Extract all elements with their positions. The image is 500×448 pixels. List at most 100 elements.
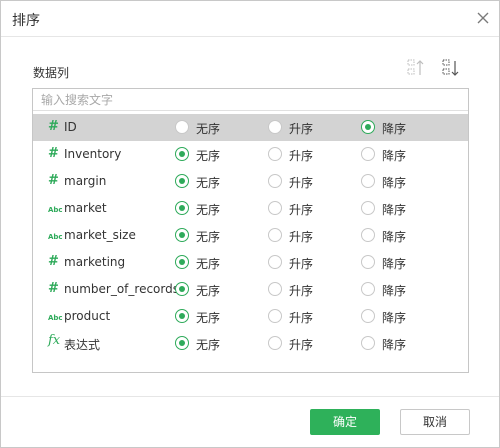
sort-option-desc[interactable]: 降序 [361, 222, 441, 249]
radio-button[interactable] [175, 201, 189, 215]
sort-option-none[interactable]: 无序 [175, 330, 255, 357]
sort-option-asc[interactable]: 升序 [268, 303, 348, 330]
column-name: market_size [64, 228, 136, 242]
columns-list: # ID 无序 升序 降序 # Inventory 无序 升序 降序 # margin 无序 升序 降序 Ab… [33, 114, 468, 357]
sort-option-desc[interactable]: 降序 [361, 330, 441, 357]
sort-option-label: 升序 [289, 230, 314, 244]
column-row[interactable]: # marketing 无序 升序 降序 [33, 249, 468, 276]
sort-descending-icon[interactable] [441, 58, 461, 78]
sort-option-desc[interactable]: 降序 [361, 195, 441, 222]
sort-option-asc[interactable]: 升序 [268, 276, 348, 303]
radio-button[interactable] [268, 255, 282, 269]
sort-option-label: 无序 [196, 311, 221, 325]
sort-option-label: 升序 [289, 149, 314, 163]
sort-ascending-icon[interactable] [406, 58, 426, 78]
number-type-icon: # [48, 254, 59, 269]
sort-option-none[interactable]: 无序 [175, 303, 255, 330]
sort-option-label: 无序 [196, 230, 221, 244]
formula-type-icon: fx [48, 333, 61, 348]
data-columns-label: 数据列 [33, 66, 70, 80]
radio-button[interactable] [361, 282, 375, 296]
sort-option-none[interactable]: 无序 [175, 195, 255, 222]
sort-option-asc[interactable]: 升序 [268, 249, 348, 276]
radio-button[interactable] [361, 147, 375, 161]
dialog-header: 排序 [1, 1, 499, 37]
radio-button[interactable] [175, 255, 189, 269]
radio-button[interactable] [268, 174, 282, 188]
sort-option-asc[interactable]: 升序 [268, 168, 348, 195]
sort-option-label: 降序 [382, 311, 407, 325]
sort-option-desc[interactable]: 降序 [361, 141, 441, 168]
radio-button[interactable] [361, 255, 375, 269]
radio-button[interactable] [268, 201, 282, 215]
radio-button[interactable] [175, 309, 189, 323]
radio-button[interactable] [361, 309, 375, 323]
column-name: marketing [64, 255, 126, 269]
radio-button[interactable] [361, 336, 375, 350]
sort-option-desc[interactable]: 降序 [361, 303, 441, 330]
radio-button[interactable] [175, 120, 189, 134]
radio-button[interactable] [175, 336, 189, 350]
radio-button[interactable] [175, 147, 189, 161]
sort-option-label: 无序 [196, 149, 221, 163]
column-row[interactable]: Abc market_size 无序 升序 降序 [33, 222, 468, 249]
radio-button[interactable] [175, 282, 189, 296]
radio-button[interactable] [268, 147, 282, 161]
sort-option-asc[interactable]: 升序 [268, 330, 348, 357]
dialog-title: 排序 [12, 13, 40, 29]
sort-option-label: 降序 [382, 338, 407, 352]
number-type-icon: # [48, 119, 59, 134]
sort-option-asc[interactable]: 升序 [268, 114, 348, 141]
sort-option-none[interactable]: 无序 [175, 168, 255, 195]
ok-button[interactable]: 确定 [310, 409, 380, 435]
radio-button[interactable] [175, 174, 189, 188]
radio-button[interactable] [361, 174, 375, 188]
column-name: product [64, 309, 111, 323]
column-row[interactable]: # Inventory 无序 升序 降序 [33, 141, 468, 168]
sort-option-none[interactable]: 无序 [175, 141, 255, 168]
radio-button[interactable] [361, 120, 375, 134]
radio-button[interactable] [268, 336, 282, 350]
sort-option-label: 无序 [196, 257, 221, 271]
dialog-footer: 确定 取消 [1, 396, 499, 447]
sort-option-asc[interactable]: 升序 [268, 195, 348, 222]
radio-button[interactable] [268, 309, 282, 323]
number-type-icon: # [48, 173, 59, 188]
radio-button[interactable] [361, 201, 375, 215]
radio-button[interactable] [361, 228, 375, 242]
column-row[interactable]: # number_of_records 无序 升序 降序 [33, 276, 468, 303]
sort-option-label: 降序 [382, 284, 407, 298]
sort-option-none[interactable]: 无序 [175, 249, 255, 276]
close-icon[interactable] [475, 10, 491, 26]
column-row[interactable]: # ID 无序 升序 降序 [33, 114, 468, 141]
column-row[interactable]: fx 表达式 无序 升序 降序 [33, 330, 468, 357]
search-input[interactable] [33, 89, 468, 111]
sort-option-asc[interactable]: 升序 [268, 141, 348, 168]
cancel-button[interactable]: 取消 [400, 409, 470, 435]
sort-option-label: 降序 [382, 203, 407, 217]
sort-option-label: 降序 [382, 149, 407, 163]
sort-option-asc[interactable]: 升序 [268, 222, 348, 249]
text-type-icon: Abc [48, 314, 63, 322]
sort-option-desc[interactable]: 降序 [361, 114, 441, 141]
column-name: 表达式 [64, 338, 101, 352]
radio-button[interactable] [268, 228, 282, 242]
sort-option-label: 升序 [289, 338, 314, 352]
sort-option-desc[interactable]: 降序 [361, 249, 441, 276]
sort-option-label: 升序 [289, 122, 314, 136]
radio-button[interactable] [268, 120, 282, 134]
sort-option-desc[interactable]: 降序 [361, 168, 441, 195]
radio-button[interactable] [268, 282, 282, 296]
sort-option-none[interactable]: 无序 [175, 222, 255, 249]
radio-button[interactable] [175, 228, 189, 242]
column-row[interactable]: Abc product 无序 升序 降序 [33, 303, 468, 330]
sort-option-none[interactable]: 无序 [175, 276, 255, 303]
columns-panel: #ID无序升序降序#Inventory无序升序降序#margin无序升序降序Ab… [32, 88, 469, 373]
sort-option-label: 降序 [382, 257, 407, 271]
sort-option-desc[interactable]: 降序 [361, 276, 441, 303]
column-row[interactable]: # margin 无序 升序 降序 [33, 168, 468, 195]
column-name: margin [64, 174, 107, 188]
number-type-icon: # [48, 281, 59, 296]
column-row[interactable]: Abc market 无序 升序 降序 [33, 195, 468, 222]
sort-option-none[interactable]: 无序 [175, 114, 255, 141]
